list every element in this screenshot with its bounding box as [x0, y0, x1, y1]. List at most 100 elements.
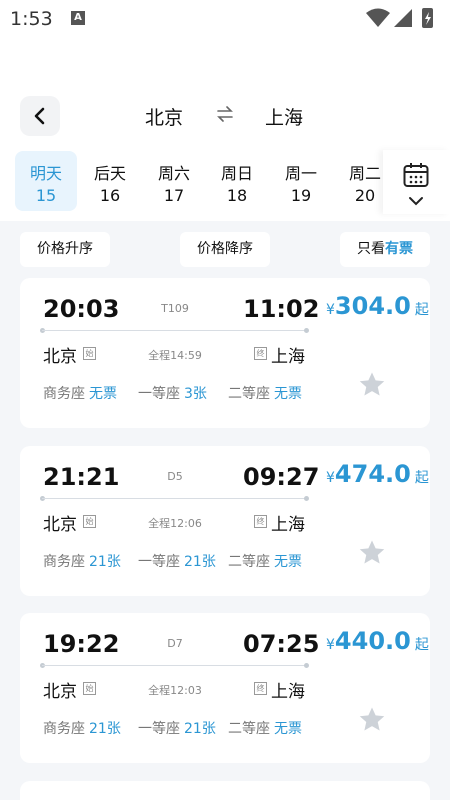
- from-city[interactable]: 北京: [145, 103, 183, 130]
- status-bar: 1:53 A: [0, 0, 450, 36]
- status-time: 1:53: [10, 8, 53, 30]
- departure-station: 北京: [43, 682, 77, 702]
- date-day-label: 后天: [93, 164, 126, 183]
- seat-business: 商务座 无票: [43, 383, 117, 403]
- trip-duration: 全程12:06: [148, 517, 202, 530]
- train-number: D5: [167, 470, 183, 483]
- only-available-highlight: 有票: [385, 241, 413, 257]
- ticket-price: ¥440.0 起: [326, 627, 429, 655]
- date-day-label: 周一: [284, 164, 317, 183]
- back-button[interactable]: [20, 96, 60, 136]
- chevron-down-icon: [409, 197, 423, 206]
- arrival-time: 09:27: [243, 463, 320, 491]
- train-card[interactable]: [20, 781, 430, 800]
- favorite-star-icon[interactable]: [357, 370, 387, 400]
- seat-availability: 21张: [184, 554, 216, 570]
- seat-name: 商务座: [43, 386, 85, 402]
- route-dot: [304, 496, 309, 501]
- sort-price-desc-button[interactable]: 价格降序: [180, 232, 270, 267]
- seat-availability: 21张: [184, 721, 216, 737]
- seat-availability: 21张: [89, 721, 121, 737]
- currency-symbol: ¥: [326, 470, 335, 486]
- ticket-price: ¥474.0 起: [326, 460, 429, 488]
- seat-first-class: 一等座 21张: [138, 551, 216, 571]
- date-tab[interactable]: 周一 19: [270, 151, 332, 211]
- trip-duration: 全程12:03: [148, 684, 202, 697]
- currency-symbol: ¥: [326, 302, 335, 318]
- date-tab[interactable]: 周二 20: [334, 151, 383, 211]
- only-available-prefix: 只看: [357, 241, 385, 257]
- train-card[interactable]: 19:22 D7 07:25 北京 始 全程12:03 终 上海 商务座 21张 …: [20, 613, 430, 763]
- origin-tag: 始: [83, 515, 96, 528]
- seat-availability: 21张: [89, 554, 121, 570]
- train-number: T109: [161, 302, 189, 315]
- favorite-star-icon[interactable]: [357, 705, 387, 735]
- price-amount: 440.0: [334, 627, 411, 655]
- date-number: 15: [35, 186, 57, 205]
- terminal-tag: 终: [254, 682, 267, 695]
- route-dot: [304, 328, 309, 333]
- currency-symbol: ¥: [326, 637, 335, 653]
- seat-second-class: 二等座 无票: [228, 551, 302, 571]
- calendar-button[interactable]: [383, 150, 450, 214]
- calendar-icon: [403, 163, 429, 187]
- origin-tag: 始: [83, 682, 96, 695]
- date-tab[interactable]: 周日 18: [206, 151, 268, 211]
- seat-name: 二等座: [228, 386, 270, 402]
- signal-icon: [394, 9, 412, 27]
- seat-name: 二等座: [228, 554, 270, 570]
- arrival-station: 上海: [271, 347, 305, 367]
- route-line: [42, 498, 307, 499]
- date-strip: 明天 15 后天 16 周六 17 周日 18 周一 19 周二 20: [0, 150, 383, 214]
- date-day-label: 明天: [29, 164, 62, 183]
- date-number: 17: [163, 186, 185, 205]
- seat-name: 一等座: [138, 386, 180, 402]
- date-day-label: 周六: [157, 164, 190, 183]
- price-suffix: 起: [414, 302, 429, 318]
- train-card[interactable]: 21:21 D5 09:27 北京 始 全程12:06 终 上海 商务座 21张 …: [20, 446, 430, 596]
- seat-name: 一等座: [138, 721, 180, 737]
- swap-icon[interactable]: [216, 106, 234, 122]
- to-city[interactable]: 上海: [265, 103, 303, 130]
- seat-first-class: 一等座 3张: [138, 383, 207, 403]
- date-number: 20: [354, 186, 376, 205]
- arrival-time: 07:25: [243, 630, 320, 658]
- seat-availability: 无票: [274, 554, 302, 570]
- route-line: [42, 330, 307, 331]
- price-amount: 304.0: [334, 292, 411, 320]
- notification-icon: A: [71, 11, 85, 25]
- seat-name: 商务座: [43, 721, 85, 737]
- sort-price-asc-button[interactable]: 价格升序: [20, 232, 110, 267]
- train-card[interactable]: 20:03 T109 11:02 北京 始 全程14:59 终 上海 商务座 无票…: [20, 278, 430, 428]
- date-number: 18: [226, 186, 248, 205]
- seat-name: 二等座: [228, 721, 270, 737]
- seat-name: 一等座: [138, 554, 180, 570]
- terminal-tag: 终: [254, 347, 267, 360]
- arrival-station: 上海: [271, 682, 305, 702]
- date-tab[interactable]: 明天 15: [15, 151, 77, 211]
- only-available-button[interactable]: 只看有票: [340, 232, 430, 267]
- price-suffix: 起: [414, 470, 429, 486]
- seat-second-class: 二等座 无票: [228, 718, 302, 738]
- trip-duration: 全程14:59: [148, 349, 202, 362]
- seat-name: 商务座: [43, 554, 85, 570]
- seat-second-class: 二等座 无票: [228, 383, 302, 403]
- seat-first-class: 一等座 21张: [138, 718, 216, 738]
- train-number: D7: [167, 637, 183, 650]
- seat-business: 商务座 21张: [43, 718, 121, 738]
- date-tab[interactable]: 周六 17: [143, 151, 205, 211]
- route-dot: [304, 663, 309, 668]
- date-number: 19: [290, 186, 312, 205]
- departure-time: 21:21: [43, 463, 120, 491]
- back-arrow-icon: [34, 107, 45, 125]
- date-tab[interactable]: 后天 16: [79, 151, 141, 211]
- ticket-price: ¥304.0 起: [326, 292, 429, 320]
- departure-station: 北京: [43, 515, 77, 535]
- seat-availability: 3张: [184, 386, 207, 402]
- origin-tag: 始: [83, 347, 96, 360]
- seat-business: 商务座 21张: [43, 551, 121, 571]
- route-line: [42, 665, 307, 666]
- arrival-time: 11:02: [243, 295, 320, 323]
- status-icons: [366, 8, 433, 28]
- favorite-star-icon[interactable]: [357, 538, 387, 568]
